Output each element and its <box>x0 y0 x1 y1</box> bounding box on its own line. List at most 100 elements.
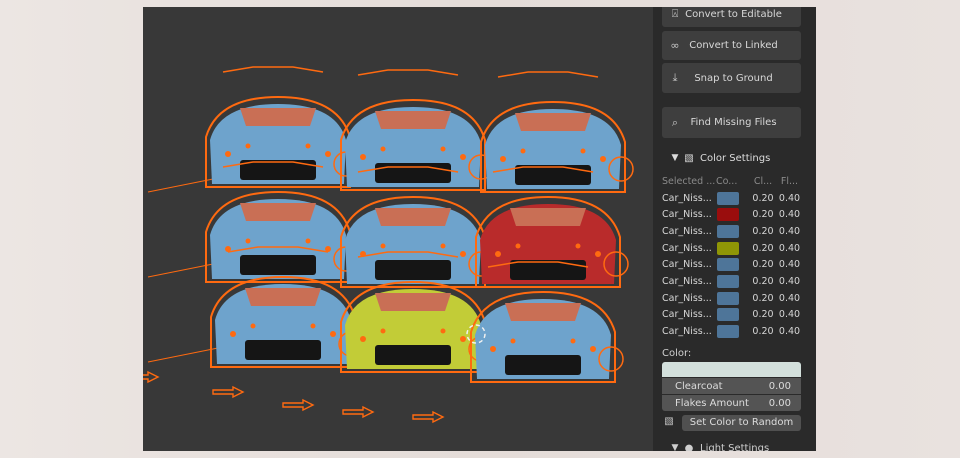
headlight <box>490 346 496 352</box>
car-grille <box>510 260 586 280</box>
origin-dot <box>245 143 251 149</box>
blender-window: ⍓ Convert to Editable ∞ Convert to Linke… <box>143 7 816 451</box>
color-swatch[interactable] <box>717 274 739 288</box>
table-row[interactable]: Car_Niss... 0.20 0.40 <box>662 223 801 240</box>
origin-dot <box>440 328 446 334</box>
color-swatch[interactable] <box>717 258 739 272</box>
convert-to-editable-button[interactable]: ⍓ Convert to Editable <box>662 7 801 27</box>
origin-dot <box>575 243 581 249</box>
color-swatch[interactable] <box>717 308 739 322</box>
color-settings-header[interactable]: ▼ ▧ Color Settings <box>662 149 808 167</box>
row-clearcoat: 0.20 <box>752 209 774 221</box>
lightbulb-icon: ⍓ <box>671 7 679 20</box>
origin-dot <box>440 146 446 152</box>
car-paint-icon: ▧ <box>684 152 694 164</box>
file-search-icon: ⌕ <box>671 115 679 129</box>
color-table: Selected ... Co... Cl... Fl... Car_Niss.… <box>662 173 801 340</box>
car-windshield <box>505 303 581 321</box>
color-label: Color: <box>662 348 692 359</box>
row-name: Car_Niss... <box>662 275 712 287</box>
color-swatch[interactable] <box>717 325 739 339</box>
table-row[interactable]: Car_Niss... 0.20 0.40 <box>662 190 801 207</box>
ground-line <box>147 176 224 193</box>
link-icon: ∞ <box>670 39 680 52</box>
headlight <box>330 331 336 337</box>
car-windshield <box>240 203 316 221</box>
color-swatch[interactable] <box>717 224 739 238</box>
light-settings-header[interactable]: ▼ ● Light Settings <box>662 441 808 452</box>
headlight <box>230 331 236 337</box>
find-missing-files-button[interactable]: ⌕ Find Missing Files <box>662 107 801 138</box>
car-grille <box>240 255 316 275</box>
chevron-down-icon: ▼ <box>671 153 679 163</box>
table-row[interactable]: Car_Niss... 0.20 0.40 <box>662 290 801 307</box>
table-row[interactable]: Car_Niss... 0.20 0.40 <box>662 273 801 290</box>
car-grille <box>375 163 451 183</box>
row-flakes: 0.40 <box>778 292 801 304</box>
set-color-to-random-button[interactable]: Set Color to Random <box>682 415 801 431</box>
car-windshield <box>375 208 451 226</box>
row-flakes: 0.40 <box>778 225 801 237</box>
chevron-down-icon: ▼ <box>671 443 679 451</box>
arrow-marker <box>412 410 445 424</box>
table-row[interactable]: Car_Niss... 0.20 0.40 <box>662 307 801 324</box>
origin-dot <box>305 143 311 149</box>
color-swatch[interactable] <box>717 291 739 305</box>
row-clearcoat: 0.20 <box>752 275 774 287</box>
arrow-marker <box>282 398 315 412</box>
clearcoat-slider[interactable]: Clearcoat 0.00 <box>662 378 801 394</box>
car-grille <box>375 345 451 365</box>
color-picker-field[interactable] <box>662 362 801 377</box>
car-grille <box>375 260 451 280</box>
random-color-row: ▧ Set Color to Random <box>662 415 801 431</box>
headlight <box>460 251 466 257</box>
headlight <box>460 154 466 160</box>
row-clearcoat: 0.20 <box>752 309 774 321</box>
headlight <box>360 154 366 160</box>
arrow-marker <box>143 370 160 384</box>
car-windshield <box>245 288 321 306</box>
car-windshield <box>510 208 586 226</box>
row-name: Car_Niss... <box>662 292 712 304</box>
table-row[interactable]: Car_Niss... 0.20 0.40 <box>662 323 801 340</box>
car-windshield <box>515 113 591 131</box>
table-row[interactable]: Car_Niss... 0.20 0.40 <box>662 256 801 273</box>
headlight <box>460 336 466 342</box>
color-swatch[interactable] <box>717 241 739 255</box>
row-clearcoat: 0.20 <box>752 326 774 338</box>
row-flakes: 0.40 <box>778 309 801 321</box>
origin-dot <box>245 238 251 244</box>
convert-to-linked-button[interactable]: ∞ Convert to Linked <box>662 31 801 60</box>
color-swatch[interactable] <box>717 191 739 205</box>
origin-dot <box>520 148 526 154</box>
arrow-marker <box>342 405 375 419</box>
table-row[interactable]: Car_Niss... 0.20 0.40 <box>662 240 801 257</box>
arrow-marker <box>212 385 245 399</box>
car-grille <box>245 340 321 360</box>
headlight <box>325 151 331 157</box>
color-swatch[interactable] <box>717 208 739 222</box>
wing-outline <box>357 69 459 76</box>
row-clearcoat: 0.20 <box>752 292 774 304</box>
flakes-amount-slider[interactable]: Flakes Amount 0.00 <box>662 395 801 411</box>
headlight <box>590 346 596 352</box>
origin-dot <box>580 148 586 154</box>
headlight <box>495 251 501 257</box>
snap-to-ground-button[interactable]: ⤓ Snap to Ground <box>662 63 801 93</box>
row-name: Car_Niss... <box>662 326 712 338</box>
car-windshield <box>375 293 451 311</box>
headlight <box>500 156 506 162</box>
wing-outline <box>497 71 599 78</box>
headlight <box>595 251 601 257</box>
table-row[interactable]: Car_Niss... 0.20 0.40 <box>662 206 801 223</box>
origin-dot <box>310 323 316 329</box>
origin-dot <box>380 243 386 249</box>
origin-dot <box>380 328 386 334</box>
row-flakes: 0.40 <box>778 192 801 204</box>
headlight <box>600 156 606 162</box>
paint-bucket-icon: ▧ <box>664 416 674 427</box>
viewport-scene[interactable] <box>143 7 653 451</box>
3d-viewport[interactable] <box>143 7 653 451</box>
row-flakes: 0.40 <box>778 209 801 221</box>
row-flakes: 0.40 <box>778 275 801 287</box>
